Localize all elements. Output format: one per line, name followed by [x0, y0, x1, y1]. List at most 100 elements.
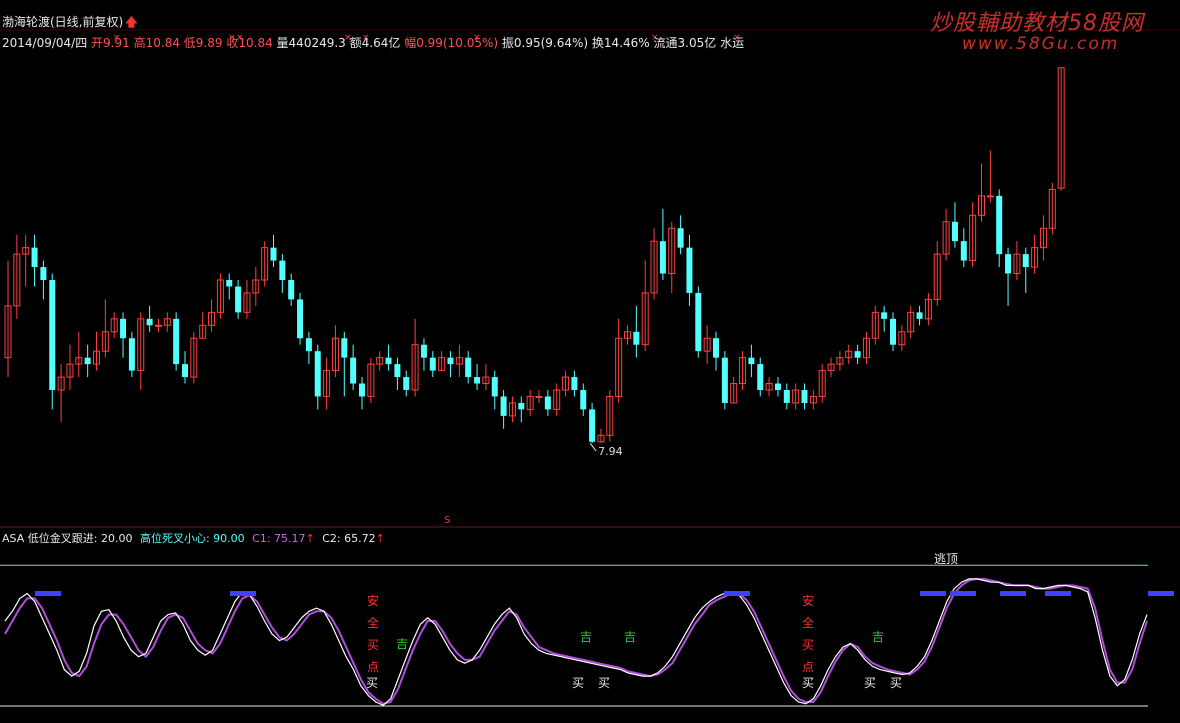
safe-buy-char: 安 [367, 593, 379, 608]
sell-marker: S [444, 515, 450, 525]
candle-body-down [359, 383, 365, 397]
candle-body-down [589, 409, 596, 442]
candle-body-down [854, 351, 861, 358]
candle-body-down [429, 357, 436, 371]
candle-body-down [474, 377, 481, 384]
buy-label: 买 [572, 676, 584, 690]
green-signal: 吉 [580, 630, 592, 644]
candle-body-down [500, 396, 507, 416]
candle-body-down [305, 338, 312, 352]
candle-body-down [748, 357, 755, 365]
safe-buy-char: 买 [802, 638, 814, 652]
float-cap: 流通3.05亿 [653, 36, 717, 50]
candle-body-down [571, 377, 578, 390]
candle-body-down [881, 312, 888, 319]
green-signal: 吉 [624, 630, 636, 644]
min-price-pointer [589, 442, 597, 452]
up-arrow-icon: ↑ [375, 532, 385, 545]
candle-body-down [916, 312, 923, 319]
candle-body-down [314, 351, 321, 397]
c2-value: C2: 65.72 [322, 532, 376, 545]
candle-body-down [996, 195, 1003, 255]
buy-label: 买 [864, 676, 876, 690]
candle-body-down [403, 377, 410, 390]
escape-top-label: 逃顶 [934, 552, 958, 566]
buy-label: 买 [802, 676, 814, 690]
peak-marker [1000, 591, 1026, 596]
candle-body-down [774, 383, 781, 390]
high-price: 高10.84 [133, 36, 180, 50]
candle-body-down [686, 247, 693, 293]
candle-body-down [84, 357, 91, 365]
high-cross-label: 高位死叉小心: 90.00 [139, 532, 245, 545]
candle-body-down [385, 357, 392, 365]
candle-body-down [757, 364, 764, 390]
candle-body-down [518, 402, 525, 410]
safe-buy-char: 点 [802, 660, 814, 674]
candle-body-down [394, 364, 401, 378]
candle-body-down [465, 357, 472, 378]
candle-body-down [297, 299, 304, 339]
asa-indicator-chart[interactable]: 逃顶安全买点安全买点买买买买买买吉吉吉吉 [0, 533, 1180, 723]
candle-body-down [288, 280, 295, 300]
indicator-header: ASA 低位金叉跟进: 20.00 高位死叉小心: 90.00 C1: 75.1… [2, 530, 385, 546]
candle-body-down [890, 318, 896, 345]
candle-body-down [783, 390, 790, 403]
candle-body-down [182, 364, 188, 378]
sector: 水运 [720, 36, 745, 50]
watermark-url: www.58Gu.com [962, 34, 1120, 54]
candle-body-up [535, 395, 543, 398]
candle-body-up [154, 324, 162, 327]
candle-body-down [951, 221, 958, 242]
candle-body-down [960, 241, 967, 261]
candle-body-down [713, 338, 719, 358]
indicator-name: ASA [2, 532, 25, 545]
green-signal: 吉 [872, 630, 884, 644]
peak-marker [920, 591, 946, 596]
close-price: 收10.84 [226, 36, 273, 50]
peak-marker [724, 591, 750, 596]
candle-body-down [695, 292, 702, 352]
peak-marker [1148, 591, 1174, 596]
candle-body-down [677, 228, 684, 248]
peak-marker [35, 591, 61, 596]
candle-body-down [1022, 254, 1029, 268]
candle-body-down [173, 318, 180, 365]
buy-label: 买 [598, 676, 610, 690]
bar-date: 2014/09/04/四 [2, 36, 88, 50]
safe-buy-char: 点 [367, 660, 379, 674]
up-arrow-icon: 🡅 [125, 15, 138, 29]
safe-buy-char: 全 [367, 615, 379, 630]
stock-name: 渤海轮渡(日线,前复权) [2, 15, 124, 29]
candle-body-down [801, 390, 808, 403]
peak-marker [1045, 591, 1071, 596]
candle-body-down [633, 331, 640, 345]
candle-body-down [40, 267, 47, 280]
safe-buy-char: 安 [802, 593, 814, 608]
candle-body-down [128, 338, 135, 371]
candle-body-down [341, 338, 348, 358]
buy-label: 买 [366, 676, 378, 690]
candle-body-down [226, 280, 233, 287]
candle-body-up [986, 195, 994, 198]
candle-body-down [270, 247, 277, 261]
candle-body-down [1005, 254, 1012, 274]
volume: 量440249.3 [276, 36, 346, 50]
candlestick-chart[interactable]: × × × × × × × ×7.94S [0, 0, 1180, 525]
low-cross-label: 低位金叉跟进: 20.00 [27, 532, 133, 545]
stock-chart-window: × × × × × × × × 7.94 S 逃顶安全买点安全买点买买买买买买吉吉吉吉 渤海轮渡(… [0, 0, 1180, 723]
open-price: 开9.91 [91, 36, 130, 50]
candle-body-down [49, 280, 56, 390]
candle-body-down [146, 318, 153, 326]
amount: 额4.64亿 [349, 36, 401, 50]
candle-body-down [491, 377, 498, 397]
candle-body-down [235, 286, 242, 313]
candle-body-down [420, 344, 427, 358]
change: 幅0.99(10.05%) [404, 36, 499, 50]
turnover: 换14.46% [591, 36, 650, 50]
candle-body-down [580, 390, 587, 410]
candle-body-down [120, 318, 127, 339]
up-arrow-icon: ↑ [305, 532, 315, 545]
candle-body-down [279, 260, 286, 280]
safe-buy-char: 全 [802, 615, 814, 630]
